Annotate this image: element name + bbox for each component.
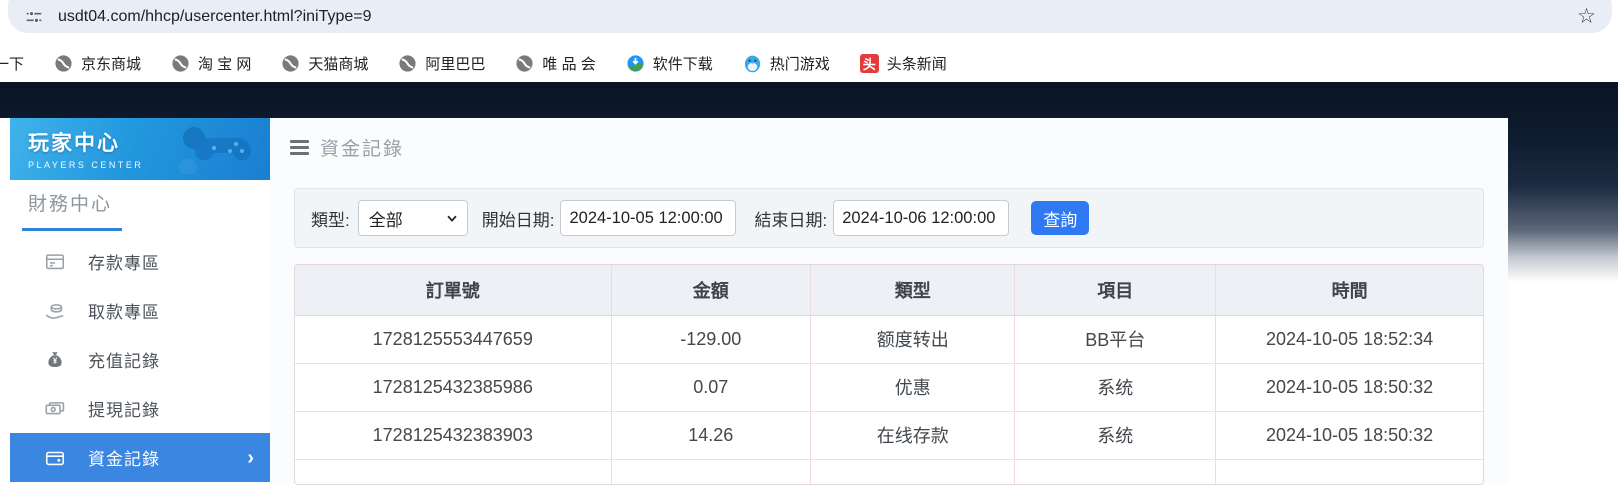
banknotes-icon	[44, 398, 66, 420]
withdraw-icon	[44, 300, 66, 322]
filter-bar: 類型: 全部 開始日期: 結束日期: 查詢	[294, 188, 1484, 248]
cell-type: 优惠	[811, 363, 1015, 411]
bookmark-label: 天猫商城	[308, 53, 368, 74]
bookmark-item-jd[interactable]: 京东商城	[54, 53, 141, 74]
bookmark-star-icon[interactable]: ☆	[1577, 6, 1596, 27]
toutiao-icon: 头	[860, 54, 879, 73]
bookmark-label: 头条新闻	[887, 53, 947, 74]
gamepad-icon	[170, 124, 262, 179]
start-date-input[interactable]	[560, 200, 736, 236]
cell-amount: -129.00	[611, 315, 811, 363]
table-row: 1728125553447659 -129.00 额度转出 BB平台 2024-…	[295, 315, 1483, 363]
sidebar-item-label: 存款專區	[88, 249, 160, 274]
chevron-down-icon	[445, 211, 459, 225]
bookmark-label: 淘 宝 网	[198, 53, 251, 74]
sidebar-menu: 存款專區 取款專區 ¥ 充值記錄 提現記錄 資金記錄 ›	[10, 237, 270, 482]
page-title: 資金記錄	[320, 134, 404, 161]
money-bag-icon: ¥	[44, 349, 66, 371]
sidebar-item-deposit[interactable]: 存款專區	[10, 237, 270, 286]
bookmark-item-alibaba[interactable]: 阿里巴巴	[398, 53, 485, 74]
bookmark-item-tmall[interactable]: 天猫商城	[281, 53, 368, 74]
cell-item: BB平台	[1015, 315, 1216, 363]
bookmark-item-vip[interactable]: 唯 品 会	[515, 53, 595, 74]
bookmark-label: 阿里巴巴	[425, 53, 485, 74]
search-button[interactable]: 查詢	[1031, 201, 1089, 235]
sidebar-section: 財務中心	[10, 180, 270, 231]
bookmark-item-taobao[interactable]: 淘 宝 网	[171, 53, 251, 74]
globe-icon	[515, 54, 534, 73]
address-bar[interactable]: usdt04.com/hhcp/usercenter.html?iniType=…	[8, 0, 1612, 33]
table-row: 1728125432385986 0.07 优惠 系统 2024-10-05 1…	[295, 363, 1483, 411]
sidebar-item-withdraw[interactable]: 取款專區	[10, 286, 270, 335]
sidebar-item-fund-records[interactable]: 資金記錄 ›	[10, 433, 270, 482]
type-select-value: 全部	[369, 206, 403, 231]
table-header-row: 訂單號 金額 類型 項目 時間	[295, 265, 1483, 315]
table-row-partial	[295, 459, 1483, 484]
hamburger-menu-icon[interactable]	[290, 140, 309, 155]
cell-type: 在线存款	[811, 411, 1015, 459]
globe-icon	[398, 54, 417, 73]
finance-center-label: 財務中心	[28, 192, 270, 218]
col-time: 時間	[1216, 265, 1483, 315]
deposit-icon	[44, 251, 66, 273]
col-item: 項目	[1015, 265, 1216, 315]
globe-icon	[281, 54, 300, 73]
cell-time: 2024-10-05 18:50:32	[1216, 411, 1483, 459]
sidebar-item-recharge[interactable]: ¥ 充值記錄	[10, 335, 270, 384]
bookmark-label: 唯 品 会	[542, 53, 595, 74]
type-label: 類型:	[311, 206, 350, 231]
col-type: 類型	[811, 265, 1015, 315]
browser-toolbar: usdt04.com/hhcp/usercenter.html?iniType=…	[0, 0, 1618, 44]
bookmark-label: 一下	[0, 53, 24, 74]
sidebar-item-withdrawal-records[interactable]: 提現記錄	[10, 384, 270, 433]
cell-amount: 14.26	[611, 411, 811, 459]
start-date-label: 開始日期:	[482, 206, 555, 231]
wallet-icon	[44, 447, 66, 469]
main-header: 資金記錄	[290, 134, 404, 161]
bookmark-item-software[interactable]: 软件下载	[626, 53, 713, 74]
end-date-label: 結束日期:	[754, 206, 827, 231]
sidebar-item-label: 充值記錄	[88, 347, 160, 372]
penguin-game-icon	[743, 54, 762, 73]
bookmark-label: 京东商城	[81, 53, 141, 74]
type-select[interactable]: 全部	[358, 200, 468, 236]
cell-order-number: 1728125432383903	[295, 411, 611, 459]
bookmark-item[interactable]: 一下	[0, 53, 24, 74]
svg-text:¥: ¥	[53, 356, 58, 365]
cell-order-number: 1728125432385986	[295, 363, 611, 411]
software-download-icon	[626, 54, 645, 73]
cell-time: 2024-10-05 18:52:34	[1216, 315, 1483, 363]
sidebar-item-label: 取款專區	[88, 298, 160, 323]
bookmark-item-toutiao[interactable]: 头 头条新闻	[860, 53, 947, 74]
col-amount: 金額	[611, 265, 811, 315]
bookmarks-bar: 一下 京东商城 淘 宝 网 天猫商城 阿里巴巴 唯 品 会 软件下载 热门游戏 …	[0, 44, 1618, 82]
left-gutter	[0, 118, 10, 485]
globe-icon	[54, 54, 73, 73]
cell-item: 系统	[1015, 411, 1216, 459]
cell-item: 系统	[1015, 363, 1216, 411]
cell-amount: 0.07	[611, 363, 811, 411]
end-date-input[interactable]	[833, 200, 1009, 236]
globe-icon	[171, 54, 190, 73]
bookmark-item-games[interactable]: 热门游戏	[743, 53, 830, 74]
sidebar-item-label: 資金記錄	[88, 445, 160, 470]
chevron-right-icon: ›	[247, 448, 254, 468]
sidebar: 玩家中心 PLAYERS CENTER 財務中心 存款專區 取款專	[10, 118, 270, 485]
col-order-number: 訂單號	[295, 265, 611, 315]
bookmark-label: 热门游戏	[770, 53, 830, 74]
url-text[interactable]: usdt04.com/hhcp/usercenter.html?iniType=…	[58, 8, 1577, 26]
bookmark-label: 软件下载	[653, 53, 713, 74]
cell-order-number: 1728125553447659	[295, 315, 611, 363]
sidebar-item-label: 提現記錄	[88, 396, 160, 421]
fund-records-table: 訂單號 金額 類型 項目 時間 1728125553447659 -129.00…	[294, 264, 1484, 485]
site-settings-icon[interactable]	[24, 7, 44, 27]
cell-type: 额度转出	[811, 315, 1015, 363]
section-underline	[22, 228, 122, 231]
cell-time: 2024-10-05 18:50:32	[1216, 363, 1483, 411]
main-panel: 資金記錄 類型: 全部 開始日期: 結束日期: 查詢 訂單號 金額 類型 項目 …	[270, 118, 1508, 485]
sidebar-header: 玩家中心 PLAYERS CENTER	[10, 118, 270, 180]
table-row: 1728125432383903 14.26 在线存款 系统 2024-10-0…	[295, 411, 1483, 459]
